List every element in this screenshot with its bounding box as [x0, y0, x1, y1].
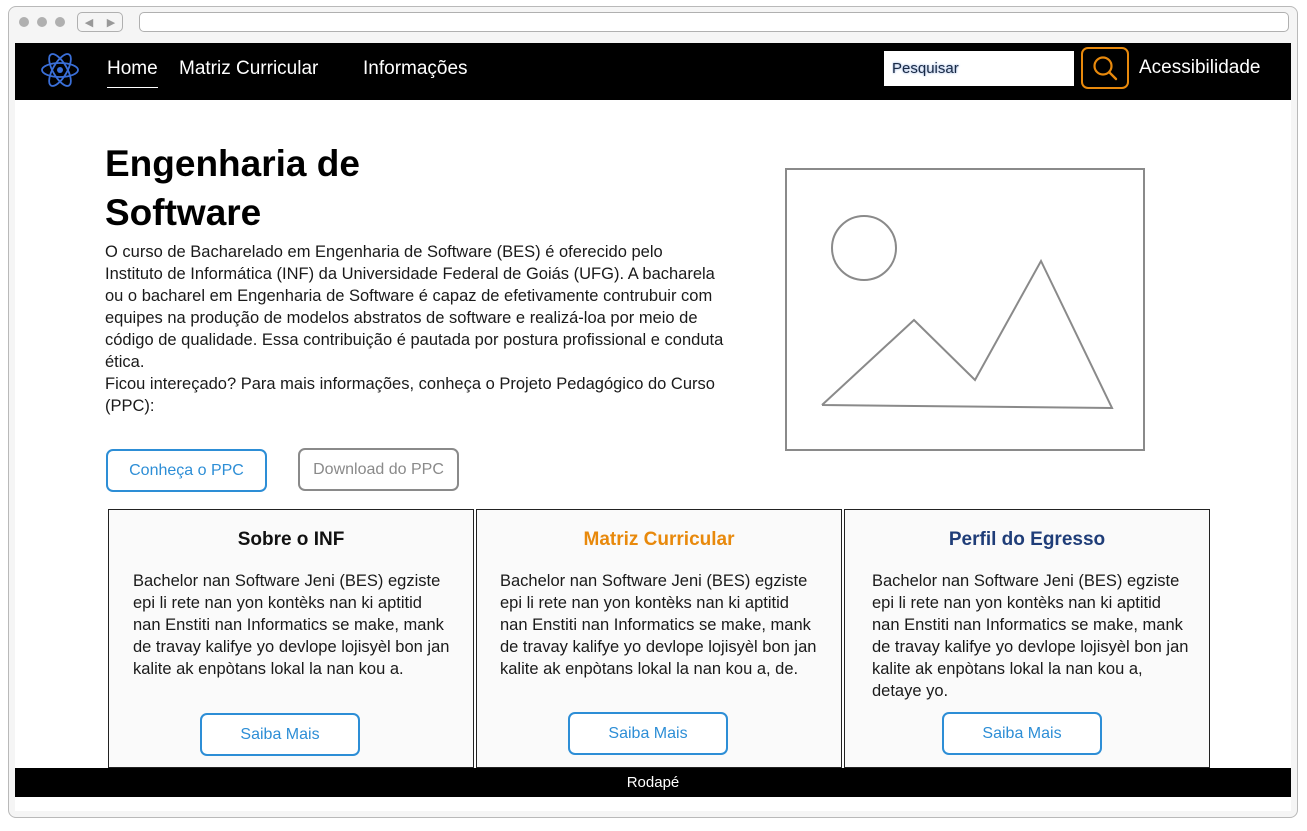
footer: Rodapé [15, 768, 1291, 797]
card-text: Bachelor nan Software Jeni (BES) egziste… [500, 572, 817, 678]
nav-informacoes[interactable]: Informações [363, 58, 468, 80]
window-maximize-dot[interactable] [55, 17, 65, 27]
nav-matriz-curricular[interactable]: Matriz Curricular [179, 58, 318, 80]
card-title: Matriz Curricular [583, 529, 735, 550]
saiba-mais-button[interactable]: Saiba Mais [200, 713, 360, 756]
window-minimize-dot[interactable] [37, 17, 47, 27]
card-text: Bachelor nan Software Jeni (BES) egziste… [872, 572, 1189, 700]
search-input[interactable] [884, 51, 1074, 86]
page-title: Engenharia de Software [105, 143, 360, 233]
top-navbar: Home Matriz Curricular Informações Acess… [15, 43, 1291, 100]
search-button[interactable] [1081, 47, 1129, 89]
forward-arrow-icon[interactable]: ▶ [107, 16, 115, 29]
saiba-mais-button[interactable]: Saiba Mais [942, 712, 1102, 755]
intro-text: O curso de Bacharelado em Engenharia de … [105, 241, 725, 417]
search-icon [1093, 56, 1118, 81]
nav-home[interactable]: Home [107, 58, 158, 88]
card-matriz-curricular: Matriz Curricular Bachelor nan Software … [476, 509, 842, 768]
image-placeholder-icon [785, 168, 1145, 451]
nav-acessibilidade[interactable]: Acessibilidade [1139, 57, 1260, 79]
page: Home Matriz Curricular Informações Acess… [15, 43, 1291, 811]
address-bar[interactable] [139, 12, 1289, 32]
atom-icon[interactable] [39, 49, 81, 91]
saiba-mais-button[interactable]: Saiba Mais [568, 712, 728, 755]
card-text: Bachelor nan Software Jeni (BES) egziste… [133, 572, 450, 678]
window-close-dot[interactable] [19, 17, 29, 27]
conheca-ppc-button[interactable]: Conheça o PPC [106, 449, 267, 492]
download-ppc-button[interactable]: Download do PPC [298, 448, 459, 491]
card-sobre-inf: Sobre o INF Bachelor nan Software Jeni (… [108, 509, 474, 768]
intro-paragraph: O curso de Bacharelado em Engenharia de … [105, 243, 724, 371]
intro-cta-text: Ficou intereçado? Para mais informações,… [105, 375, 715, 415]
card-title: Sobre o INF [237, 529, 345, 550]
card-title: Perfil do Egresso [948, 529, 1106, 550]
card-perfil-egresso: Perfil do Egresso Bachelor nan Software … [844, 509, 1210, 768]
browser-nav-buttons: ◀ ▶ [77, 12, 123, 32]
back-arrow-icon[interactable]: ◀ [85, 16, 93, 29]
browser-titlebar: ◀ ▶ [9, 7, 1297, 39]
browser-window: ◀ ▶ Home Matriz Curricular Informações P… [8, 6, 1298, 818]
